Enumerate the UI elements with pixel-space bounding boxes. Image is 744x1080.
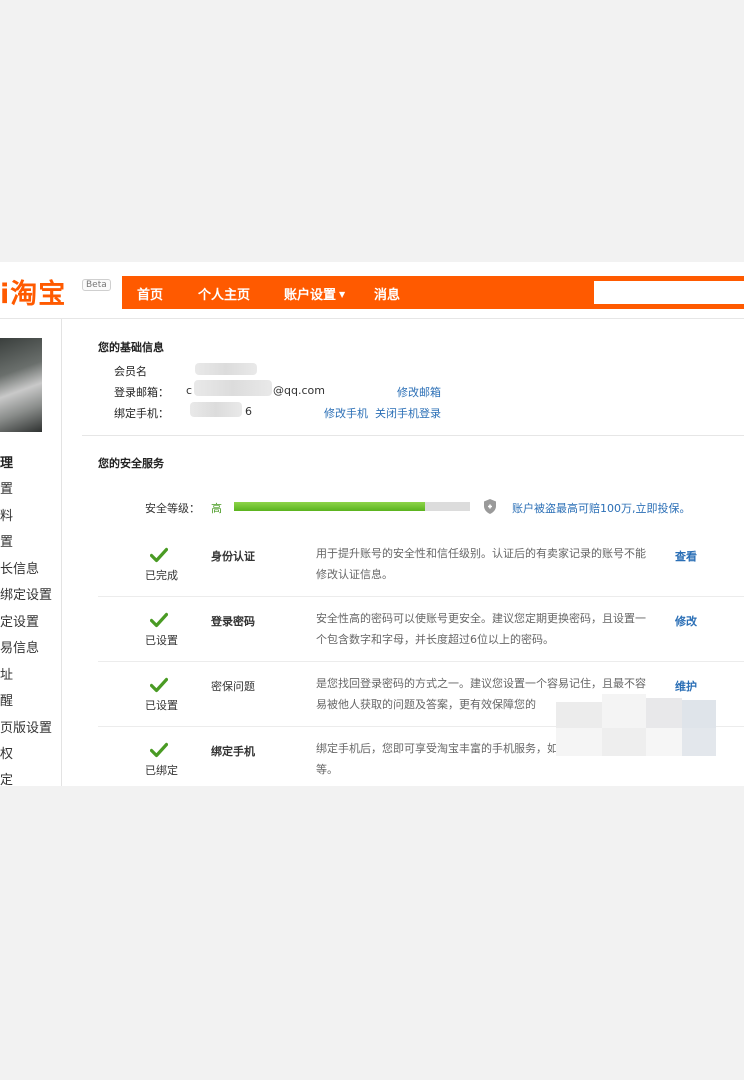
sidebar-divider xyxy=(61,319,62,786)
nav-account-settings[interactable]: 账户设置 ▼ xyxy=(284,284,345,303)
email-value-prefix: c xyxy=(186,384,193,397)
member-name-label: 会员名 xyxy=(114,365,147,378)
service-status: 已设置 xyxy=(145,699,178,712)
insurance-promo-link[interactable]: 账户被盗最高可赔100万,立即投保。 xyxy=(512,500,691,516)
header-divider xyxy=(0,318,744,319)
view-identity-button[interactable]: 查看 xyxy=(675,548,697,564)
sidebar-item-9[interactable]: 醒 xyxy=(0,690,13,709)
sidebar-item-7[interactable]: 易信息 xyxy=(0,637,39,656)
phone-label: 绑定手机： xyxy=(114,407,169,420)
email-redacted xyxy=(194,380,272,396)
phone-redacted xyxy=(190,402,242,417)
section-divider xyxy=(82,435,744,436)
chevron-down-icon: ▼ xyxy=(339,290,346,299)
sidebar-item-10[interactable]: 页版设置 xyxy=(0,717,52,736)
disable-phone-login-link[interactable]: 关闭手机登录 xyxy=(375,405,441,421)
service-status: 已设置 xyxy=(145,634,178,647)
check-icon xyxy=(150,742,168,758)
service-desc-line2: 等。 xyxy=(316,763,338,776)
service-name-bind-phone: 绑定手机 xyxy=(211,745,255,758)
email-label: 登录邮箱： xyxy=(114,386,169,399)
service-name-security-question: 密保问题 xyxy=(211,680,255,693)
edit-email-link[interactable]: 修改邮箱 xyxy=(397,384,441,400)
security-level-bar xyxy=(234,502,470,511)
nav-messages[interactable]: 消息 xyxy=(374,284,400,303)
nav-account-settings-label: 账户设置 xyxy=(284,288,337,303)
sidebar-item-12[interactable]: 定 xyxy=(0,769,13,786)
beta-badge: Beta xyxy=(82,279,111,291)
mosaic-redaction xyxy=(556,694,716,756)
nav-home[interactable]: 首页 xyxy=(137,284,163,303)
service-desc: 绑定手机后，您即可享受淘宝丰富的手机服务，如 xyxy=(316,742,558,755)
sidebar-item-2[interactable]: 料 xyxy=(0,505,13,524)
member-name-redacted xyxy=(195,363,257,375)
logo-text: 淘宝 xyxy=(10,279,67,310)
screenshot-frame: i淘宝 Beta 首页 个人主页 账户设置 ▼ 消息 理 置 料 置 长信息 绑定… xyxy=(0,262,744,786)
sidebar-item-11[interactable]: 权 xyxy=(0,743,13,762)
phone-value-suffix: 6 xyxy=(245,405,252,418)
sidebar-item-1[interactable]: 置 xyxy=(0,478,13,497)
email-value-suffix: @qq.com xyxy=(273,384,325,397)
sidebar-item-5[interactable]: 绑定设置 xyxy=(0,584,52,603)
edit-phone-link[interactable]: 修改手机 xyxy=(324,405,368,421)
check-icon xyxy=(150,677,168,693)
sidebar-item-8[interactable]: 址 xyxy=(0,664,13,683)
sidebar-item-4[interactable]: 长信息 xyxy=(0,558,39,577)
security-level-value: 高 xyxy=(211,502,222,515)
row-divider xyxy=(98,661,744,662)
shield-icon xyxy=(484,499,496,514)
sidebar-heading: 理 xyxy=(0,456,14,471)
service-desc: 安全性高的密码可以使账号更安全。建议您定期更换密码，且设置一个包含数字和字母，并… xyxy=(316,612,646,646)
check-icon xyxy=(150,547,168,563)
sidebar-item-6[interactable]: 定设置 xyxy=(0,611,39,630)
search-input[interactable] xyxy=(594,281,744,304)
check-icon xyxy=(150,612,168,628)
taobao-logo[interactable]: i淘宝 xyxy=(0,272,66,311)
service-desc: 用于提升账号的安全性和信任级别。认证后的有卖家记录的账号不能修改认证信息。 xyxy=(316,547,646,581)
avatar[interactable] xyxy=(0,338,42,432)
security-title: 您的安全服务 xyxy=(98,457,164,470)
sidebar-item-3[interactable]: 置 xyxy=(0,531,13,550)
service-status: 已绑定 xyxy=(145,764,178,777)
basic-info-title: 您的基础信息 xyxy=(98,341,164,354)
row-divider xyxy=(98,596,744,597)
service-name-password: 登录密码 xyxy=(211,615,255,628)
security-level-fill xyxy=(234,502,426,511)
maintain-question-button[interactable]: 维护 xyxy=(675,678,697,694)
security-level-label: 安全等级： xyxy=(145,502,200,515)
service-status: 已完成 xyxy=(145,569,178,582)
service-name-identity: 身份认证 xyxy=(211,550,255,563)
change-password-button[interactable]: 修改 xyxy=(675,613,697,629)
nav-personal-home[interactable]: 个人主页 xyxy=(198,284,250,303)
